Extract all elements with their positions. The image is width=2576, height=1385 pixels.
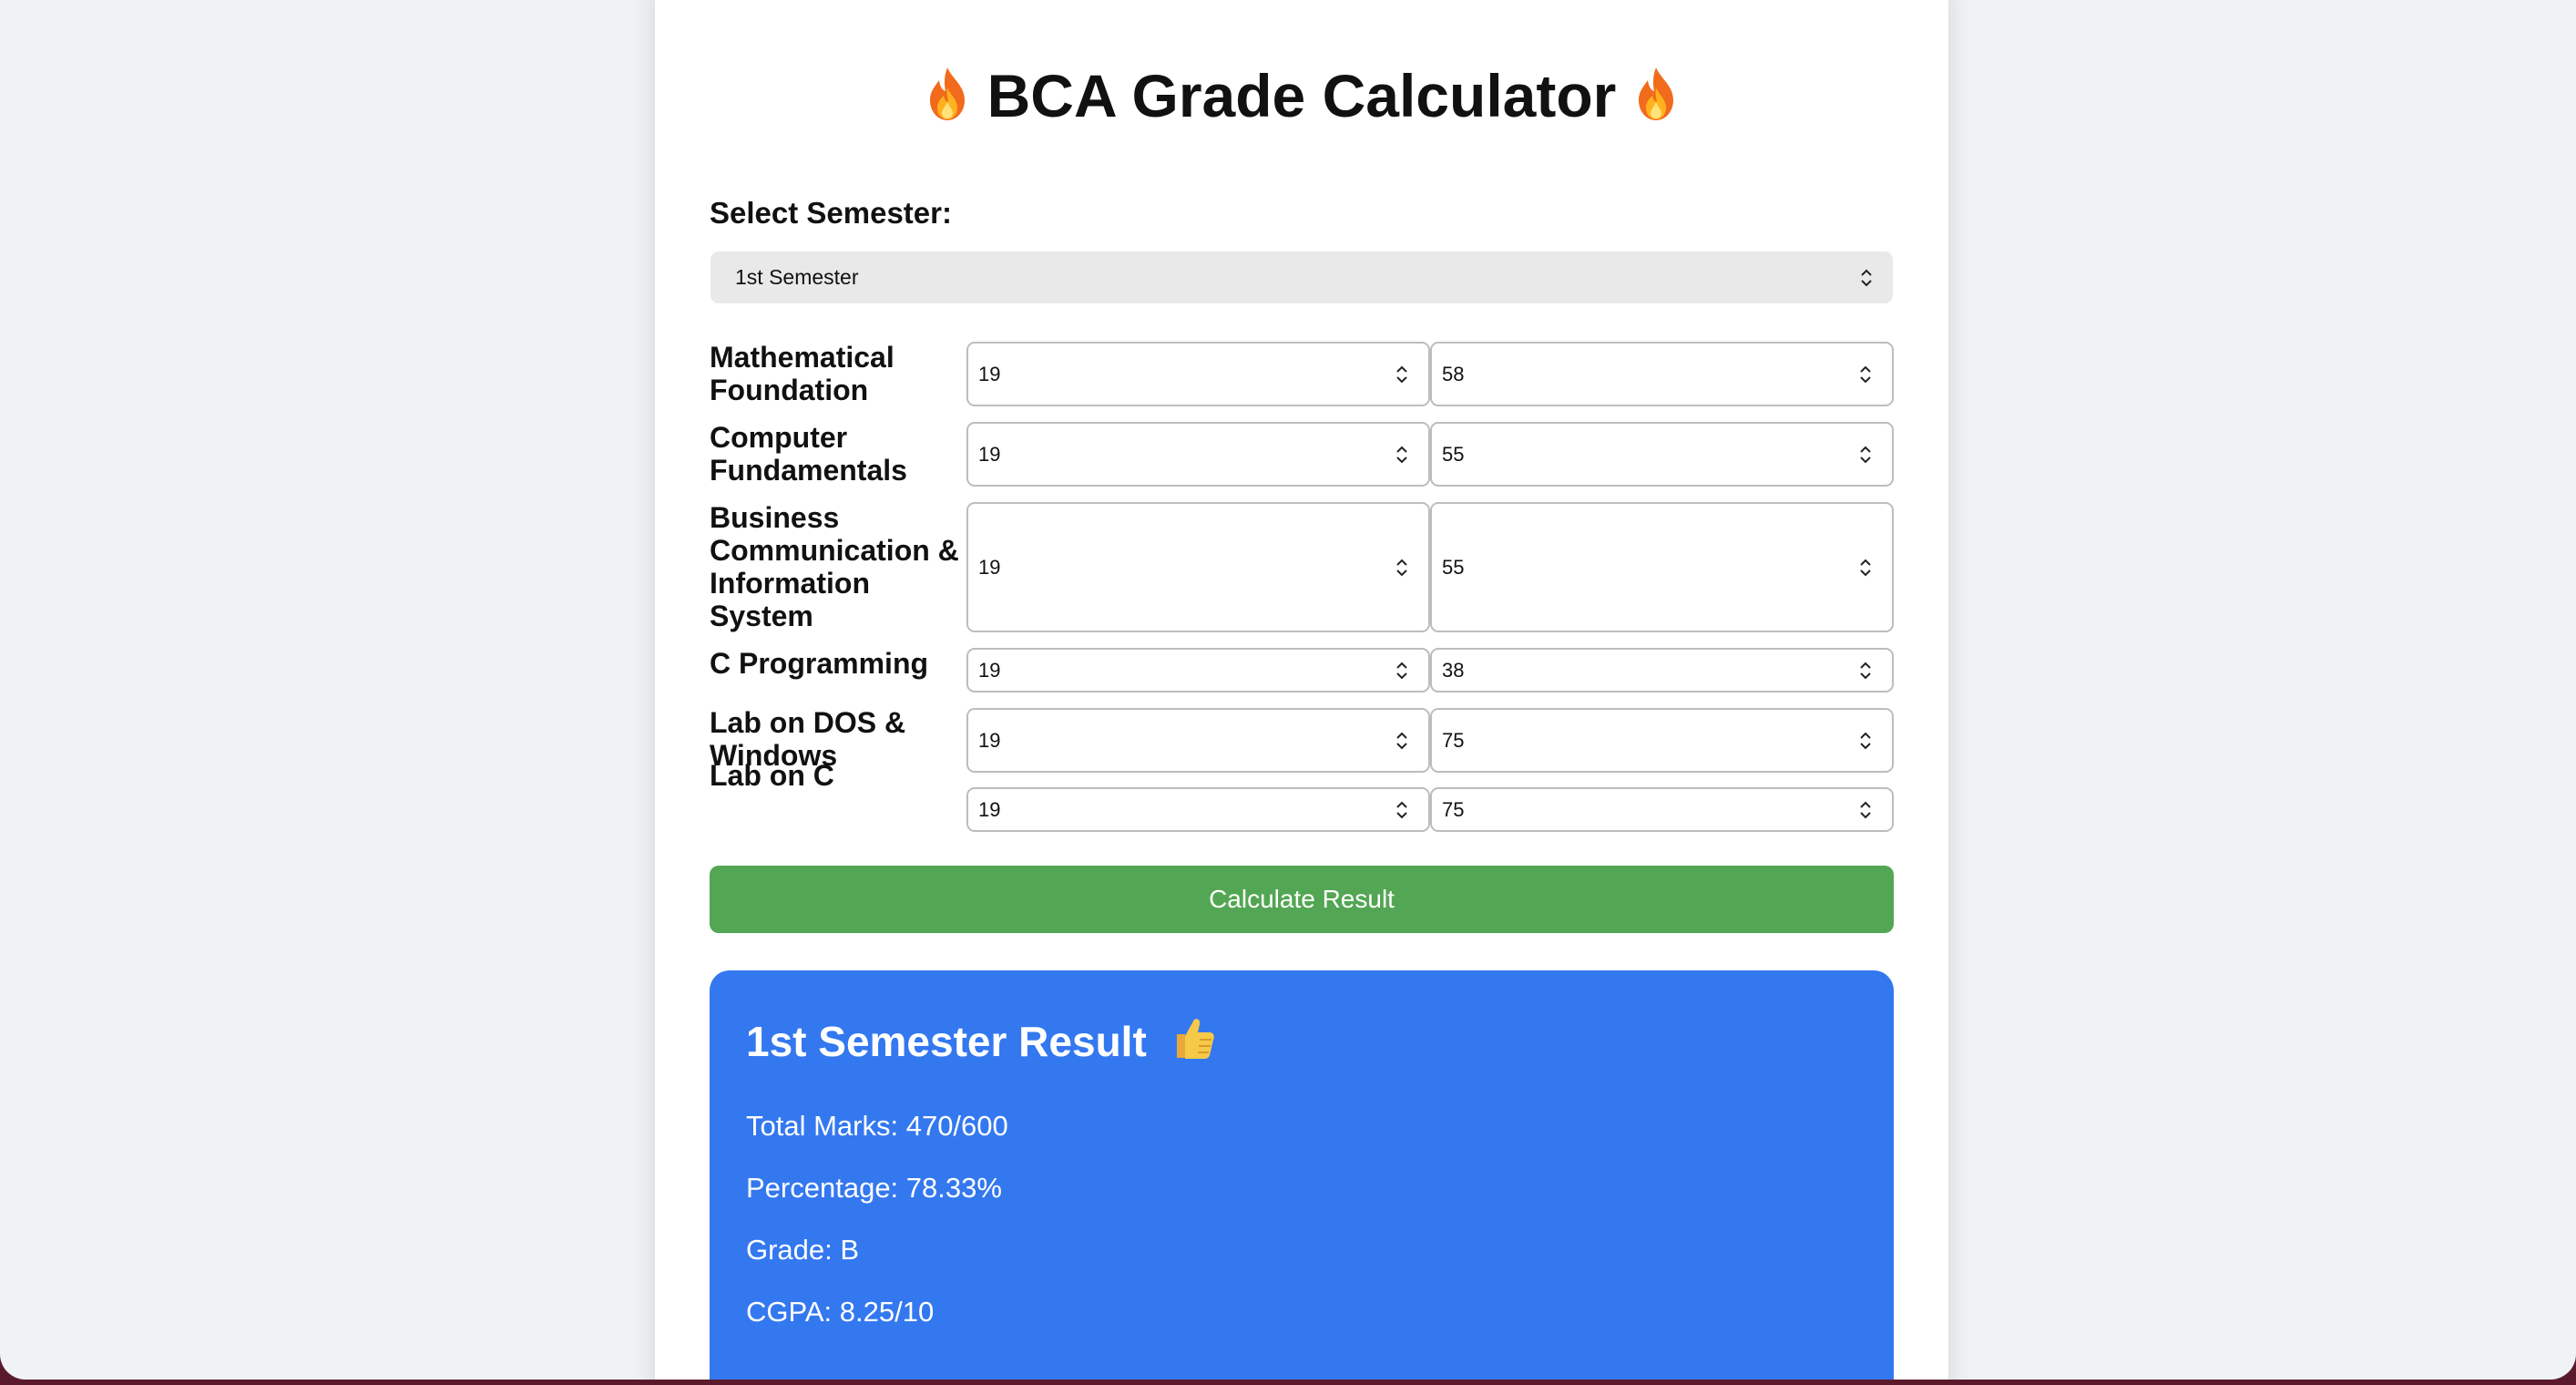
- external-marks-input-1[interactable]: 58: [1430, 342, 1894, 406]
- stepper-icon[interactable]: [1395, 800, 1408, 820]
- semester-label: Select Semester:: [710, 196, 952, 230]
- subject-label-lab-on-c: Lab on C: [710, 759, 834, 792]
- stepper-icon[interactable]: [1859, 661, 1872, 681]
- stepper-icon[interactable]: [1859, 364, 1872, 385]
- stepper-icon[interactable]: [1395, 364, 1408, 385]
- calculate-result-button[interactable]: Calculate Result: [710, 866, 1894, 933]
- fire-icon: [1638, 67, 1673, 120]
- grade-text: Grade: B: [746, 1234, 860, 1266]
- page-title-row: BCA Grade Calculator: [655, 59, 1948, 132]
- subject-label-business-communication: Business Communication & Information Sys…: [710, 501, 959, 632]
- internal-marks-input-4[interactable]: 19: [966, 648, 1430, 692]
- internal-marks-input-2[interactable]: 19: [966, 422, 1430, 487]
- fire-icon: [930, 67, 966, 120]
- input-value: 75: [1442, 728, 1465, 752]
- input-value: 19: [978, 797, 1001, 821]
- semester-select[interactable]: 1st Semester: [710, 251, 1893, 303]
- external-marks-input-5[interactable]: 75: [1430, 708, 1894, 773]
- external-marks-input-4[interactable]: 38: [1430, 648, 1894, 692]
- external-marks-input-3[interactable]: 55: [1430, 502, 1894, 632]
- result-title-row: 1st Semester Result: [746, 1014, 1217, 1069]
- total-marks-text: Total Marks: 470/600: [746, 1110, 1008, 1142]
- input-value: 19: [978, 555, 1001, 579]
- page-title: BCA Grade Calculator: [986, 62, 1617, 129]
- input-value: 19: [978, 362, 1001, 385]
- internal-marks-input-5[interactable]: 19: [966, 708, 1430, 773]
- stepper-icon[interactable]: [1859, 731, 1872, 751]
- chevron-up-down-icon: [1861, 269, 1872, 286]
- internal-marks-input-3[interactable]: 19: [966, 502, 1430, 632]
- browser-viewport: BCA Grade Calculator Select Semester: 1s…: [0, 0, 2576, 1380]
- subject-label-computer-fundamentals: Computer Fundamentals: [710, 421, 907, 487]
- stepper-icon[interactable]: [1395, 661, 1408, 681]
- stepper-icon[interactable]: [1395, 558, 1408, 578]
- input-value: 75: [1442, 797, 1465, 821]
- stepper-icon[interactable]: [1395, 731, 1408, 751]
- stepper-icon[interactable]: [1859, 558, 1872, 578]
- cgpa-text: CGPA: 8.25/10: [746, 1296, 935, 1328]
- input-value: 55: [1442, 442, 1465, 466]
- subject-label-c-programming: C Programming: [710, 647, 929, 680]
- semester-select-value: 1st Semester: [735, 265, 859, 289]
- input-value: 38: [1442, 658, 1465, 682]
- internal-marks-input-6[interactable]: 19: [966, 787, 1430, 832]
- stepper-icon[interactable]: [1395, 445, 1408, 465]
- external-marks-input-6[interactable]: 75: [1430, 787, 1894, 832]
- internal-marks-input-1[interactable]: 19: [966, 342, 1430, 406]
- input-value: 19: [978, 442, 1001, 466]
- input-value: 58: [1442, 362, 1465, 385]
- input-value: 55: [1442, 555, 1465, 579]
- stepper-icon[interactable]: [1859, 800, 1872, 820]
- thumbs-up-icon: [1176, 1019, 1214, 1059]
- subject-label-mathematical-foundation: Mathematical Foundation: [710, 341, 894, 406]
- input-value: 19: [978, 658, 1001, 682]
- external-marks-input-2[interactable]: 55: [1430, 422, 1894, 487]
- input-value: 19: [978, 728, 1001, 752]
- calculator-card: BCA Grade Calculator Select Semester: 1s…: [655, 0, 1948, 1380]
- stepper-icon[interactable]: [1859, 445, 1872, 465]
- percentage-text: Percentage: 78.33%: [746, 1172, 1002, 1204]
- result-title: 1st Semester Result: [746, 1018, 1147, 1065]
